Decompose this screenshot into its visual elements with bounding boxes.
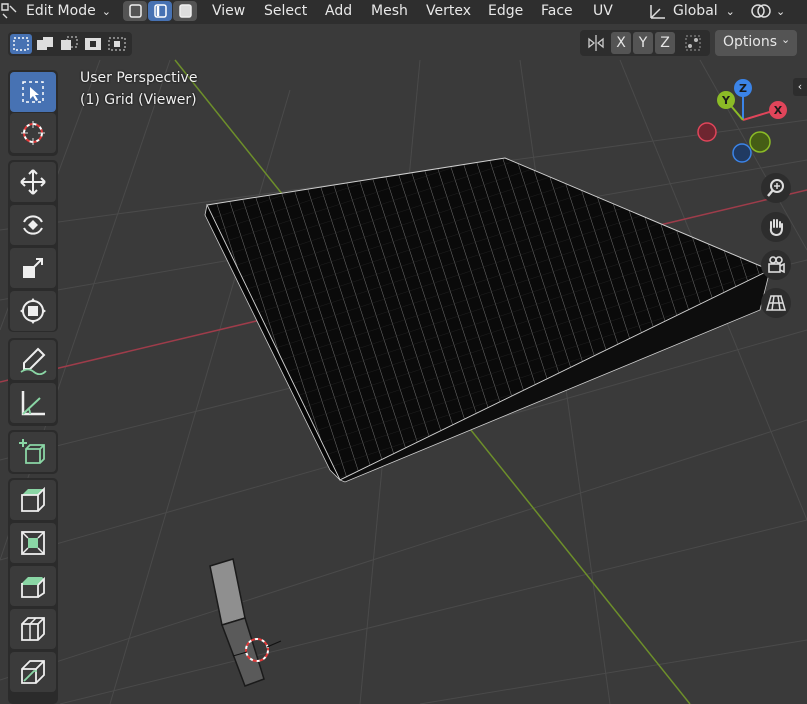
mirror-axis-group: X Y Z — [580, 30, 710, 56]
z-axis-label: Z — [739, 82, 747, 95]
select-invert-button[interactable] — [82, 34, 104, 54]
selection-mode-group — [8, 32, 132, 56]
add-cube-icon — [19, 439, 45, 464]
neg-y-axis-handle[interactable] — [749, 131, 771, 153]
zoom-button[interactable] — [761, 173, 791, 203]
tool-bevel[interactable] — [10, 566, 56, 606]
tool-loop-cut[interactable] — [10, 609, 56, 649]
projection-toggle-button[interactable] — [761, 288, 791, 318]
inset-icon — [21, 531, 45, 555]
object-info-label: (1) Grid (Viewer) — [80, 92, 197, 108]
select-intersect-button[interactable] — [106, 34, 128, 54]
chevron-down-icon: ⌄ — [781, 33, 791, 46]
editor-type-icon[interactable] — [0, 0, 20, 22]
tool-select-box[interactable] — [10, 72, 56, 112]
orientation-label: Global — [673, 3, 718, 19]
zoom-icon — [767, 179, 784, 197]
tool-extrude[interactable] — [10, 480, 56, 520]
camera-icon — [768, 256, 785, 274]
tool-annotate[interactable] — [10, 340, 56, 380]
grid-perspective-icon — [766, 295, 786, 311]
hand-icon — [769, 219, 783, 237]
mirror-y-button[interactable]: Y — [633, 32, 653, 54]
tool-inset[interactable] — [10, 523, 56, 563]
perspective-label: User Perspective — [80, 70, 198, 86]
auto-merge-icon[interactable] — [683, 33, 703, 57]
pivot-icon — [751, 4, 771, 18]
menu-edge[interactable]: Edge — [488, 0, 523, 22]
move-icon — [20, 169, 46, 195]
menu-view[interactable]: View — [212, 0, 245, 22]
tool-add-cube[interactable] — [10, 432, 56, 472]
pivot-point-dropdown[interactable]: ⌄ — [748, 0, 785, 22]
transform-icon — [20, 298, 46, 324]
loop-cut-icon — [21, 617, 45, 641]
menu-add[interactable]: Add — [325, 0, 352, 22]
mirror-z-button[interactable]: Z — [655, 32, 675, 54]
pan-button[interactable] — [761, 212, 791, 242]
tool-move[interactable] — [10, 162, 56, 202]
menu-vertex[interactable]: Vertex — [426, 0, 471, 22]
edge-select-button[interactable] — [148, 1, 172, 21]
orientation-icon — [650, 5, 665, 19]
annotate-icon — [20, 347, 47, 375]
tool-header: X Y Z Options ⌄ — [0, 26, 807, 62]
neg-z-axis-handle[interactable] — [732, 143, 752, 163]
chevron-down-icon: ⌄ — [725, 4, 735, 18]
select-subtract-button[interactable] — [58, 34, 80, 54]
options-dropdown[interactable]: Options ⌄ — [715, 30, 797, 56]
menu-select[interactable]: Select — [264, 0, 307, 22]
mode-dropdown[interactable]: Edit Mode ⌄ — [26, 0, 111, 22]
tool-cursor[interactable] — [10, 113, 56, 153]
menu-face[interactable]: Face — [541, 0, 573, 22]
camera-view-button[interactable] — [761, 250, 791, 280]
navigation-gizmo[interactable]: Y Z X — [690, 75, 800, 170]
mirror-icon — [586, 33, 606, 57]
chevron-down-icon: ⌄ — [101, 4, 111, 18]
menu-mesh[interactable]: Mesh — [371, 0, 408, 22]
tool-rotate[interactable] — [10, 205, 56, 245]
chevron-down-icon: ⌄ — [776, 4, 786, 18]
rotate-icon — [23, 215, 43, 235]
extrude-icon — [21, 486, 45, 512]
mode-label: Edit Mode — [26, 3, 96, 19]
knife-icon — [21, 660, 45, 684]
measure-icon — [21, 391, 45, 416]
neg-x-axis-handle[interactable] — [697, 122, 717, 142]
bevel-icon — [21, 576, 45, 598]
select-box-icon — [22, 81, 44, 103]
tool-transform[interactable] — [10, 291, 56, 331]
vertex-select-button[interactable] — [123, 1, 147, 21]
face-select-button[interactable] — [173, 1, 197, 21]
x-axis-label: X — [774, 104, 783, 117]
mirror-x-button[interactable]: X — [611, 32, 631, 54]
menu-uv[interactable]: UV — [593, 0, 613, 22]
tool-measure[interactable] — [10, 383, 56, 423]
tool-scale[interactable] — [10, 248, 56, 288]
cursor-icon — [21, 121, 45, 145]
tool-knife[interactable] — [10, 652, 56, 692]
select-extend-button[interactable] — [34, 34, 56, 54]
y-axis-label: Y — [721, 94, 731, 107]
viewport-header: Edit Mode ⌄ View Select Add Mesh Vertex … — [0, 0, 807, 24]
scale-icon — [23, 258, 43, 278]
select-new-button[interactable] — [10, 34, 32, 54]
options-label: Options — [723, 34, 778, 50]
transform-orientation-dropdown[interactable]: Global ⌄ — [647, 0, 735, 22]
